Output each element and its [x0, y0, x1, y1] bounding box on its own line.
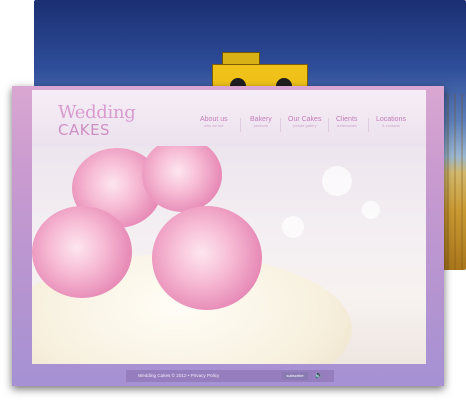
nav-sub: & contacts: [382, 124, 400, 128]
nav-item-clients[interactable]: Clients testimonials: [336, 116, 357, 128]
nav-divider: [368, 118, 369, 132]
rose: [152, 206, 262, 310]
rose: [32, 206, 132, 298]
bokeh-light: [282, 216, 304, 238]
nav-label: Clients: [336, 116, 358, 123]
site-preview-card: Wedding CAKES About us who we are Bakery…: [12, 86, 444, 386]
nav-sub: testimonials: [336, 124, 357, 128]
nav-label: Bakery: [250, 116, 272, 123]
site-footer: Wedding Cakes © 2012 • Privacy Policy su…: [126, 370, 334, 382]
subscribe-button[interactable]: subscribe: [282, 372, 308, 380]
nav-divider: [328, 118, 329, 132]
logo-wedding[interactable]: Wedding: [58, 102, 136, 123]
nav-item-bakery[interactable]: Bakery products: [250, 116, 272, 128]
hero-cake-image: [32, 146, 426, 364]
nav-sub: products: [253, 124, 269, 128]
speaker-icon[interactable]: 🔈: [314, 371, 324, 381]
copyright-text[interactable]: Wedding Cakes © 2012 • Privacy Policy: [138, 373, 219, 378]
nav-label: Our Cakes: [288, 116, 322, 123]
nav-item-our-cakes[interactable]: Our Cakes picture gallery: [288, 116, 321, 128]
nav-divider: [280, 118, 281, 132]
nav-item-about-us[interactable]: About us who we are: [200, 116, 228, 128]
nav-sub: who we are: [204, 124, 224, 128]
nav-label: About us: [200, 116, 228, 123]
harvester-body: [212, 64, 308, 88]
main-nav: About us who we are Bakery products Our …: [182, 116, 426, 142]
site-header: Wedding CAKES About us who we are Bakery…: [32, 90, 426, 146]
rose: [142, 146, 222, 212]
logo-cakes[interactable]: CAKES: [58, 121, 110, 139]
bokeh-light: [362, 201, 380, 219]
nav-divider: [240, 118, 241, 132]
nav-label: Locations: [376, 116, 406, 123]
nav-item-locations[interactable]: Locations & contacts: [376, 116, 406, 128]
nav-sub: picture gallery: [292, 124, 317, 128]
bokeh-light: [322, 166, 352, 196]
